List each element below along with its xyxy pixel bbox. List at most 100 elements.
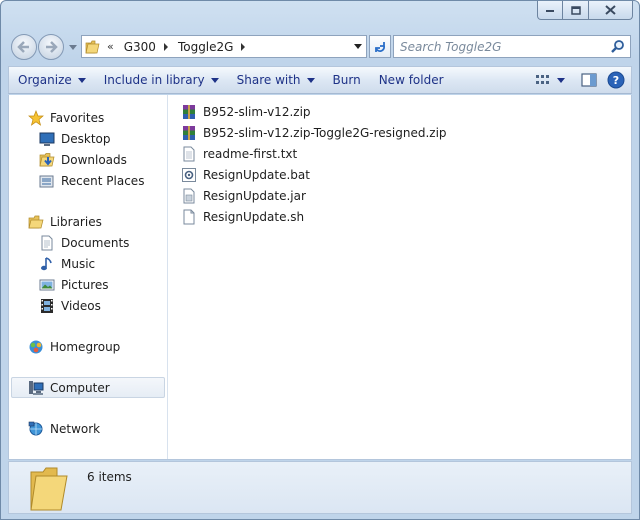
- file-row[interactable]: B952-slim-v12.zip: [181, 101, 447, 122]
- close-icon: [605, 5, 616, 15]
- breadcrumb-separator-icon[interactable]: [163, 42, 168, 51]
- view-controls: ?: [535, 71, 625, 89]
- breadcrumb-separator-icon[interactable]: [241, 42, 246, 51]
- search-box[interactable]: Search Toggle2G: [393, 35, 631, 58]
- nav-libraries[interactable]: Libraries: [9, 211, 167, 232]
- recent-pages-dropdown[interactable]: [67, 40, 79, 54]
- chevron-down-icon: [69, 44, 77, 50]
- organize-button[interactable]: Organize: [9, 67, 95, 93]
- burn-button[interactable]: Burn: [324, 67, 370, 93]
- nav-favorites[interactable]: Favorites: [9, 107, 167, 128]
- nav-videos[interactable]: Videos: [9, 295, 167, 316]
- nav-pictures[interactable]: Pictures: [9, 274, 167, 295]
- new-folder-button[interactable]: New folder: [370, 67, 453, 93]
- address-dropdown-icon[interactable]: [354, 44, 362, 49]
- breadcrumb-g300[interactable]: G300: [124, 40, 168, 54]
- file-name: ResignUpdate.jar: [203, 188, 306, 203]
- view-options-icon: [536, 75, 549, 84]
- forward-button[interactable]: [38, 34, 64, 60]
- arrow-right-icon: [46, 41, 58, 53]
- nav-label: Downloads: [61, 152, 127, 167]
- file-row[interactable]: B952-slim-v12.zip-Toggle2G-resigned.zip: [181, 122, 447, 143]
- winrar-archive-icon: [183, 125, 195, 140]
- nav-label: Libraries: [50, 214, 102, 229]
- nav-network[interactable]: Network: [9, 418, 167, 439]
- file-row[interactable]: ResignUpdate.jar: [181, 185, 447, 206]
- content-area: Favorites Desktop Downloads Recent Place…: [8, 95, 632, 460]
- documents-icon: [41, 235, 53, 250]
- network-icon: [28, 421, 43, 435]
- command-bar: Organize Include in library Share with B…: [8, 66, 632, 94]
- nav-label: Videos: [61, 298, 101, 313]
- nav-homegroup[interactable]: Homegroup: [9, 336, 167, 357]
- search-icon[interactable]: [610, 39, 625, 54]
- change-view-button[interactable]: [535, 73, 565, 87]
- breadcrumb-label: Toggle2G: [177, 39, 234, 54]
- nav-label: Recent Places: [61, 173, 145, 188]
- navigation-pane[interactable]: Favorites Desktop Downloads Recent Place…: [9, 95, 168, 459]
- computer-icon: [29, 380, 44, 395]
- svg-text:?: ?: [613, 74, 619, 87]
- file-name: ResignUpdate.bat: [203, 167, 310, 182]
- recent-places-icon: [39, 175, 54, 187]
- file-name: B952-slim-v12.zip: [203, 104, 311, 119]
- caption-buttons: [537, 1, 633, 21]
- nav-recent-places[interactable]: Recent Places: [9, 170, 167, 191]
- share-with-button[interactable]: Share with: [228, 67, 324, 93]
- file-name: readme-first.txt: [203, 146, 298, 161]
- maximize-button[interactable]: [563, 1, 589, 20]
- file-row[interactable]: ResignUpdate.bat: [181, 164, 447, 185]
- jar-file-icon: [183, 188, 195, 203]
- nav-documents[interactable]: Documents: [9, 232, 167, 253]
- downloads-icon: [39, 152, 55, 166]
- nav-label: Music: [61, 256, 96, 271]
- libraries-group: Libraries Documents Music Pictures Video…: [9, 211, 167, 316]
- homegroup-icon: [29, 340, 43, 353]
- breadcrumb-toggle2g[interactable]: Toggle2G: [178, 40, 246, 54]
- videos-icon: [41, 298, 53, 313]
- nav-label: Computer: [50, 380, 110, 395]
- nav-label: Pictures: [61, 277, 109, 292]
- homegroup-group: Homegroup: [9, 336, 167, 357]
- preview-pane-icon[interactable]: [581, 73, 597, 87]
- refresh-icon: [375, 41, 385, 52]
- organize-label: Organize: [18, 73, 72, 87]
- favorites-group: Favorites Desktop Downloads Recent Place…: [9, 107, 167, 191]
- back-button[interactable]: [11, 34, 37, 60]
- blank-file-icon: [183, 209, 195, 224]
- details-pane: 6 items: [8, 461, 632, 514]
- item-count: 6 items: [87, 470, 132, 484]
- chevron-down-icon: [557, 77, 565, 83]
- music-icon: [41, 256, 52, 270]
- navigation-row: « G300 Toggle2G Search Toggle2G: [9, 32, 631, 62]
- star-icon: [28, 109, 44, 126]
- minimize-button[interactable]: [537, 1, 563, 20]
- file-name: B952-slim-v12.zip-Toggle2G-resigned.zip: [203, 125, 447, 140]
- chevron-down-icon: [77, 77, 86, 83]
- nav-label: Homegroup: [50, 339, 121, 354]
- nav-computer[interactable]: Computer: [11, 377, 165, 398]
- breadcrumb-label: G300: [123, 39, 156, 54]
- help-icon[interactable]: ?: [607, 71, 625, 89]
- burn-label: Burn: [332, 73, 361, 87]
- search-input[interactable]: Search Toggle2G: [400, 40, 501, 54]
- close-button[interactable]: [589, 1, 633, 20]
- address-bar[interactable]: « G300 Toggle2G: [81, 35, 367, 58]
- nav-downloads[interactable]: Downloads: [9, 149, 167, 170]
- nav-desktop[interactable]: Desktop: [9, 128, 167, 149]
- refresh-button[interactable]: [369, 35, 391, 58]
- include-in-library-button[interactable]: Include in library: [95, 67, 228, 93]
- nav-music[interactable]: Music: [9, 253, 167, 274]
- folder-icon: [30, 467, 68, 511]
- libraries-icon: [28, 215, 44, 228]
- pictures-icon: [39, 279, 55, 290]
- network-group: Network: [9, 418, 167, 439]
- file-list[interactable]: B952-slim-v12.zip B952-slim-v12.zip-Togg…: [181, 101, 447, 227]
- file-row[interactable]: readme-first.txt: [181, 143, 447, 164]
- address-overflow-chevron[interactable]: «: [107, 40, 114, 53]
- new-folder-label: New folder: [378, 73, 444, 87]
- include-in-library-label: Include in library: [103, 73, 205, 87]
- file-row[interactable]: ResignUpdate.sh: [181, 206, 447, 227]
- explorer-window: « G300 Toggle2G Search Toggle2G Organize…: [0, 0, 640, 520]
- chevron-down-icon: [306, 77, 315, 83]
